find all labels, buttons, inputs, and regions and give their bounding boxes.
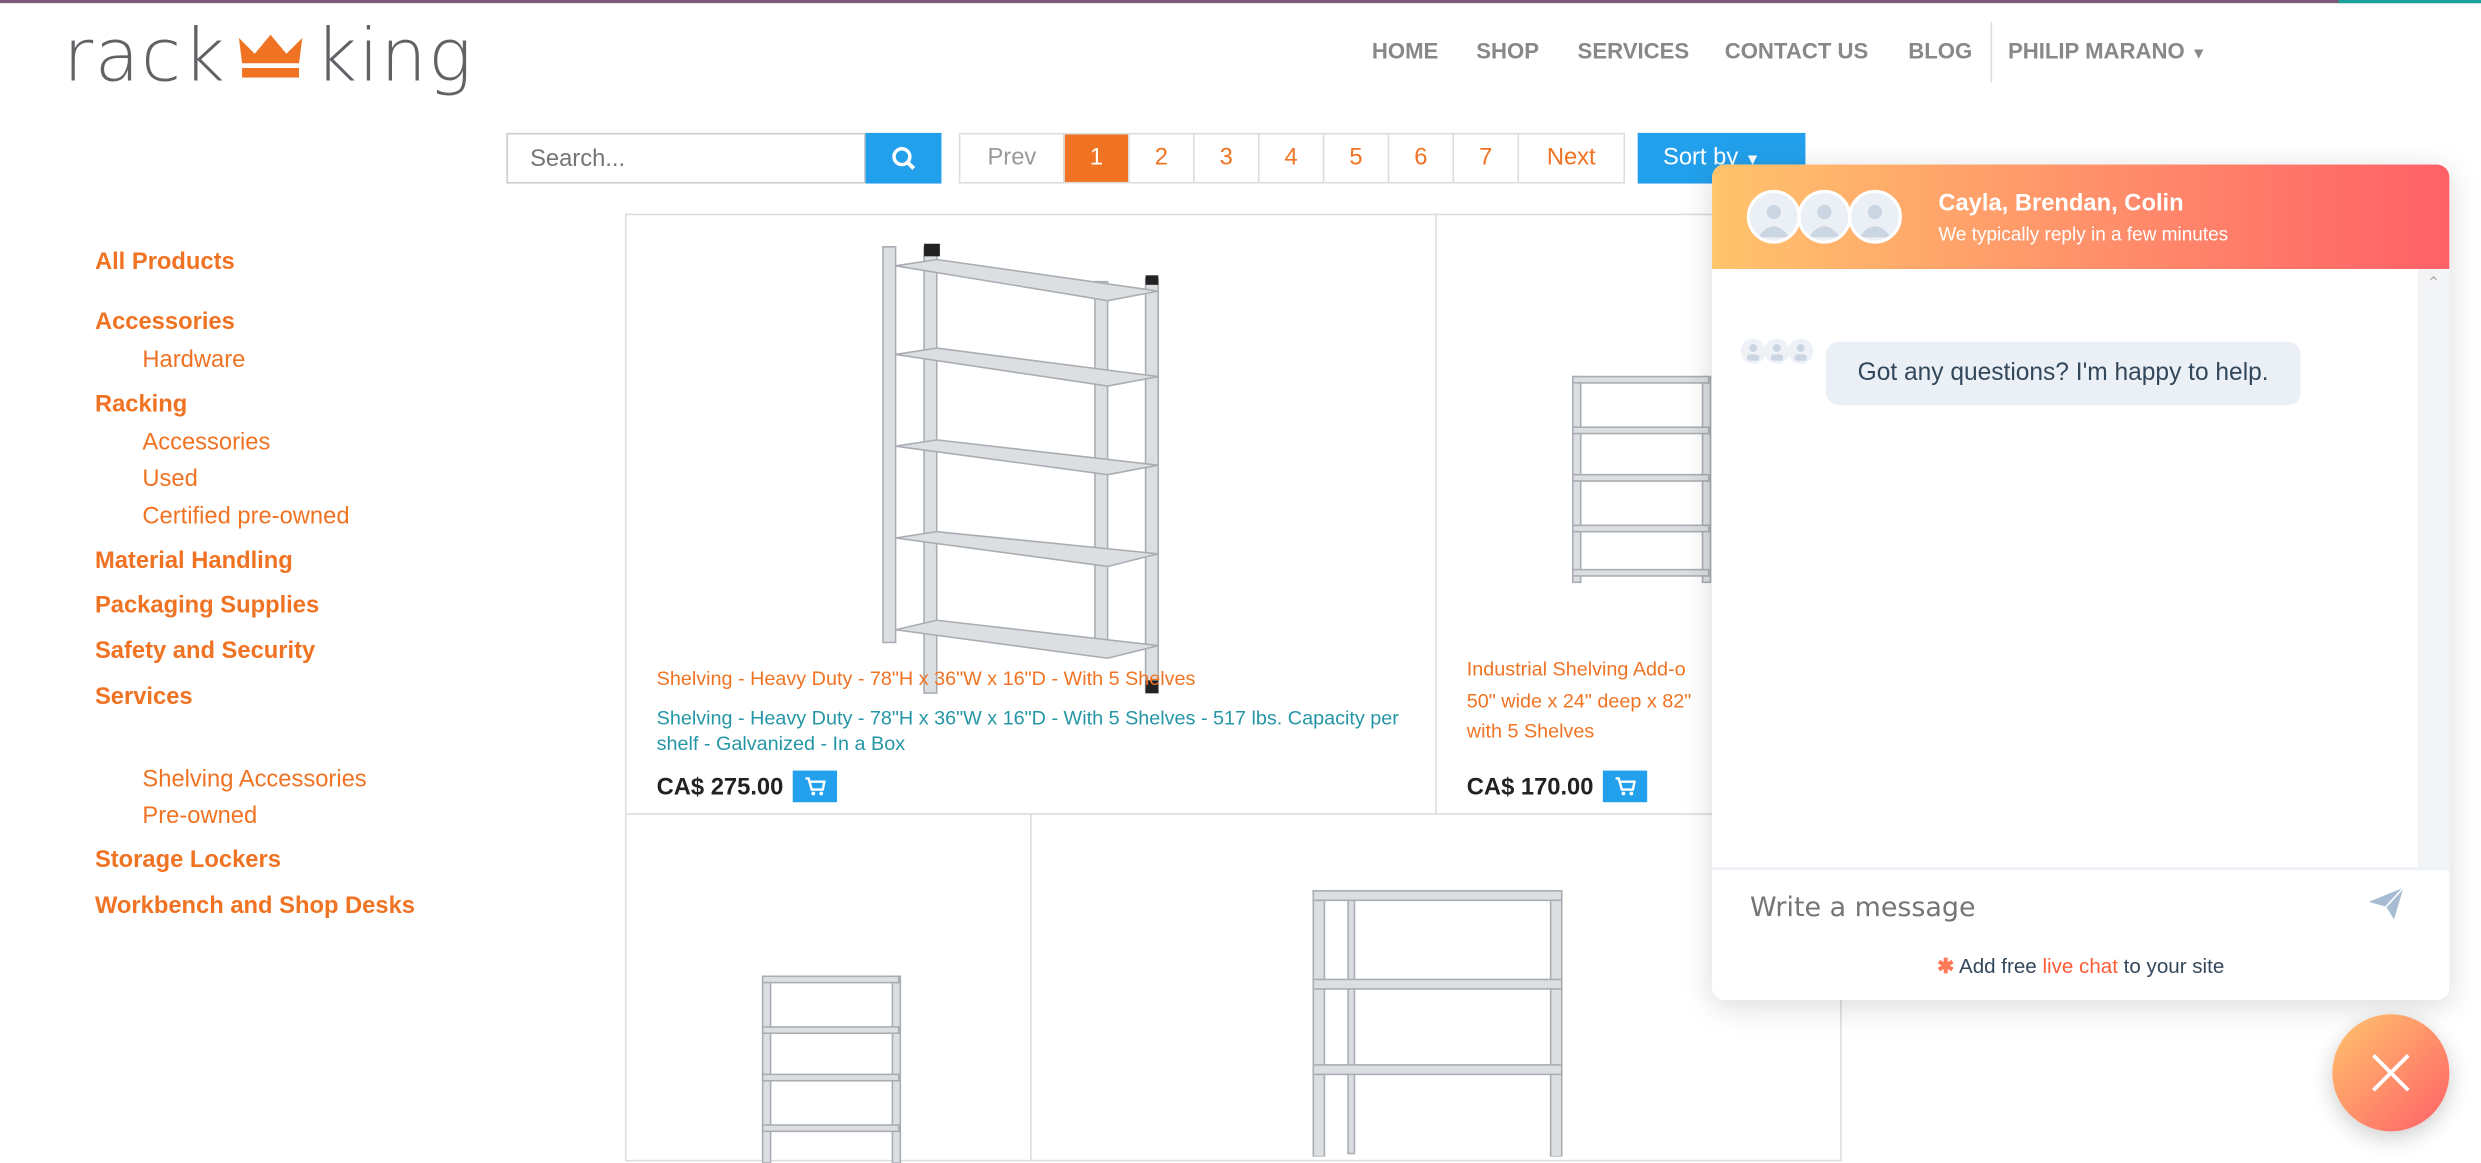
live-chat-link[interactable]: live chat	[2042, 954, 2117, 978]
product-price: CA$ 170.00	[1466, 772, 1594, 800]
agent-avatar	[1848, 189, 1902, 244]
pager-page-3[interactable]: 3	[1193, 134, 1258, 182]
nav-home[interactable]: HOME	[1372, 38, 1438, 63]
category-hardware[interactable]: Hardware	[142, 347, 245, 374]
close-icon	[2372, 1054, 2410, 1092]
product-price-row: CA$ 170.00	[1466, 770, 1648, 803]
category-packaging-supplies[interactable]: Packaging Supplies	[95, 592, 319, 619]
chat-scrollbar[interactable]: ⌃	[2417, 268, 2450, 868]
category-used[interactable]: Used	[142, 465, 197, 492]
top-accent-bar-right	[2338, 0, 2481, 4]
crown-icon	[238, 34, 303, 78]
user-icon	[1808, 204, 1841, 238]
nav-blog[interactable]: BLOG	[1908, 38, 1972, 63]
chat-close-button[interactable]	[2332, 1014, 2450, 1132]
pager-page-2[interactable]: 2	[1128, 134, 1193, 182]
category-racking-accessories[interactable]: Accessories	[142, 429, 270, 456]
pager-page-5[interactable]: 5	[1322, 134, 1388, 182]
product-description: Shelving - Heavy Duty - 78"H x 36"W x 16…	[656, 707, 1399, 755]
pager-page-1[interactable]: 1	[1063, 134, 1129, 182]
chat-footer: ✱ Add free live chat to your site	[1712, 867, 2450, 1000]
category-storage-lockers[interactable]: Storage Lockers	[95, 847, 281, 874]
pager-next[interactable]: Next	[1517, 134, 1623, 182]
product-card[interactable]: Shelving - Heavy Duty - 78"H x 36"W x 16…	[625, 213, 1437, 815]
chat-header: Cayla, Brendan, Colin We typically reply…	[1712, 164, 2450, 269]
pager-page-4[interactable]: 4	[1257, 134, 1323, 182]
chat-subtitle: We typically reply in a few minutes	[1938, 223, 2229, 246]
product-name[interactable]: Shelving - Heavy Duty - 78"H x 36"W x 16…	[657, 668, 1196, 690]
user-icon	[1859, 204, 1891, 238]
category-pre-owned[interactable]: Pre-owned	[142, 802, 257, 829]
add-to-cart-button[interactable]	[792, 770, 838, 803]
product-image[interactable]	[877, 243, 1178, 703]
chat-branding: ✱ Add free live chat to your site	[1937, 954, 2225, 978]
user-icon	[1757, 204, 1790, 238]
nav-divider	[1990, 22, 1993, 83]
product-price-row: CA$ 275.00	[656, 770, 838, 803]
chat-message-input[interactable]	[1746, 882, 2355, 934]
category-accessories[interactable]: Accessories	[95, 309, 235, 336]
top-accent-bar	[0, 0, 2481, 4]
nav-services[interactable]: SERVICES	[1578, 38, 1690, 63]
product-image[interactable]	[1310, 888, 1566, 1157]
product-image[interactable]	[1570, 373, 1716, 587]
search-button[interactable]	[865, 132, 942, 184]
caret-down-icon: ▼	[2190, 45, 2207, 64]
hubspot-icon: ✱	[1937, 954, 1955, 978]
nav-contact-us[interactable]: CONTACT US	[1725, 38, 1869, 63]
send-icon[interactable]	[2367, 886, 2405, 921]
category-racking[interactable]: Racking	[95, 391, 187, 418]
product-price: CA$ 275.00	[656, 772, 784, 800]
category-workbench[interactable]: Workbench and Shop Desks	[95, 892, 415, 919]
category-shelving-accessories[interactable]: Shelving Accessories	[142, 766, 366, 793]
pager-page-7[interactable]: 7	[1452, 134, 1518, 182]
scroll-up-icon[interactable]: ⌃	[2418, 275, 2450, 292]
logo[interactable]: rack king	[63, 13, 473, 98]
chat-widget: Cayla, Brendan, Colin We typically reply…	[1712, 164, 2450, 1001]
product-card[interactable]	[625, 813, 1032, 1163]
product-image[interactable]	[760, 973, 906, 1163]
chat-message: Got any questions? I'm happy to help.	[1825, 341, 2301, 406]
user-menu[interactable]: PHILIP MARANO ▼	[2008, 38, 2207, 63]
search-icon	[892, 146, 916, 170]
cart-icon	[804, 777, 826, 796]
search-input[interactable]	[506, 132, 866, 184]
chat-agents: Cayla, Brendan, Colin	[1938, 189, 2184, 217]
nav-shop[interactable]: SHOP	[1476, 38, 1539, 63]
agent-avatar	[1797, 189, 1852, 244]
agent-avatars-small	[1740, 338, 1814, 364]
category-all-products[interactable]: All Products	[95, 248, 235, 275]
agent-avatar	[1746, 189, 1801, 244]
category-services[interactable]: Services	[95, 684, 193, 711]
category-certified-pre-owned[interactable]: Certified pre-owned	[142, 503, 349, 530]
pager-prev[interactable]: Prev	[960, 134, 1063, 181]
category-safety-and-security[interactable]: Safety and Security	[95, 638, 315, 665]
pagination: Prev 1 2 3 4 5 6 7 Next	[958, 132, 1626, 184]
category-material-handling[interactable]: Material Handling	[95, 547, 293, 574]
add-to-cart-button[interactable]	[1602, 770, 1648, 803]
cart-icon	[1614, 777, 1636, 796]
pager-page-6[interactable]: 6	[1387, 134, 1453, 182]
product-name[interactable]: Industrial Shelving Add-o 50" wide x 24"…	[1467, 655, 1692, 748]
